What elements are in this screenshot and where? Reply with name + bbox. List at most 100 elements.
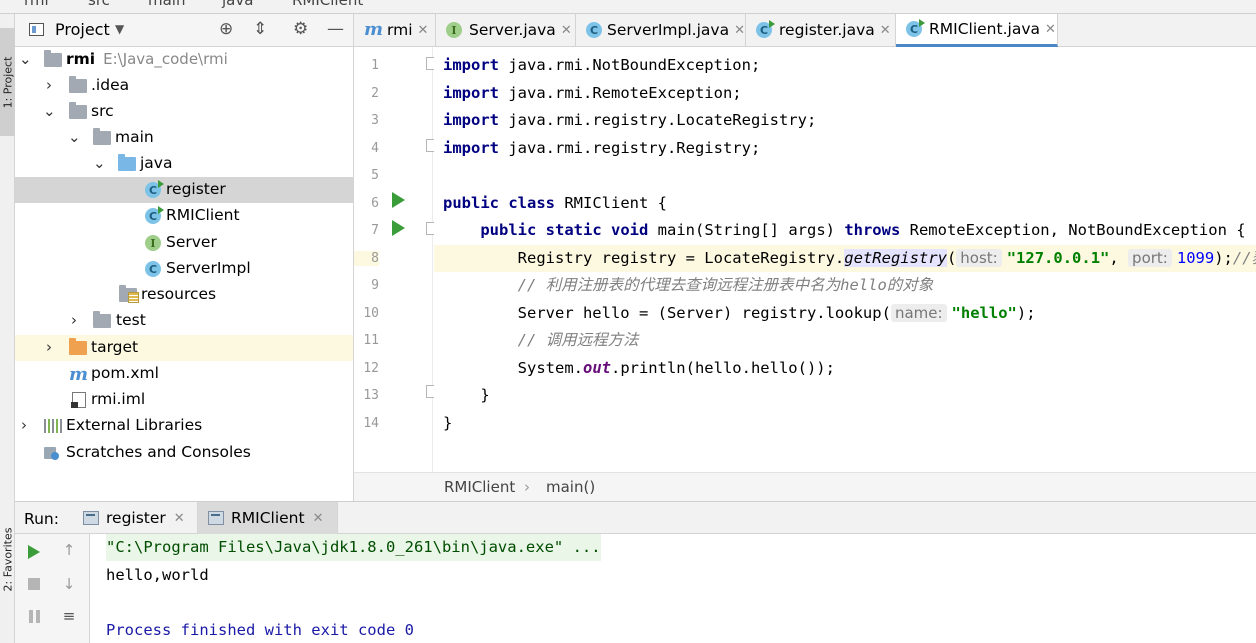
project-panel-title[interactable]: Project	[55, 20, 110, 39]
run-gutter-icon[interactable]	[392, 192, 405, 208]
tree-item-resources[interactable]: resources	[15, 282, 353, 308]
tree-item-label: java	[140, 154, 173, 172]
code-line: public class RMIClient {	[443, 194, 667, 212]
param-hint: host:	[956, 249, 1002, 267]
chevron-down-icon[interactable]: ⌄	[68, 128, 81, 146]
tree-item-label: Server	[166, 233, 217, 251]
favorites-tool-tab[interactable]: 2: Favorites	[0, 514, 15, 604]
tree-item-pom[interactable]: m pom.xml	[15, 361, 353, 387]
chevron-right-icon[interactable]: ›	[43, 338, 55, 356]
code-line: }	[480, 386, 490, 404]
tree-item-label: rmi	[66, 50, 96, 68]
tree-item-server[interactable]: I Server	[15, 230, 353, 256]
line-number: 10	[363, 306, 379, 321]
tree-item-external-libraries[interactable]: › External Libraries	[15, 413, 353, 439]
gear-icon[interactable]: ⚙	[293, 19, 308, 39]
line-number: 8	[354, 251, 379, 266]
chevron-down-icon[interactable]: ▼	[115, 22, 124, 36]
run-toolbar: ↑ ↓ ≡	[15, 534, 90, 643]
rerun-button[interactable]	[24, 542, 44, 562]
tab-rmiclient-java[interactable]: C RMIClient.java ✕	[896, 14, 1058, 47]
navigation-bar: rmi src main java RMIClient	[0, 0, 1256, 14]
tab-rmi[interactable]: m rmi ✕	[354, 14, 436, 46]
tree-item-main[interactable]: ⌄ main	[15, 125, 353, 151]
soft-wrap-button[interactable]: ≡	[59, 606, 79, 626]
project-tool-tab[interactable]: 1: Project	[0, 28, 15, 136]
line-number: 2	[371, 86, 379, 101]
interface-icon: I	[145, 235, 163, 251]
code-line: System.out.println(hello.hello());	[517, 359, 835, 377]
close-icon[interactable]: ✕	[418, 23, 429, 38]
tree-item-register[interactable]: C register	[15, 177, 353, 203]
tree-item-java[interactable]: ⌄ java	[15, 151, 353, 177]
tree-item-test[interactable]: › test	[15, 308, 353, 334]
code-line: // 调用远程方法	[517, 331, 639, 349]
tree-item-src[interactable]: ⌄ src	[15, 99, 353, 125]
breadcrumb-method[interactable]: main()	[546, 478, 595, 496]
param-hint: name:	[890, 304, 947, 322]
scroll-down-button[interactable]: ↓	[59, 574, 79, 594]
tree-item-label: .idea	[91, 76, 130, 94]
stop-button[interactable]	[24, 574, 44, 594]
scroll-up-button[interactable]: ↑	[59, 540, 79, 560]
editor-breadcrumb: RMIClient › main()	[354, 472, 1256, 501]
pause-button[interactable]	[24, 606, 44, 626]
tree-item-scratches[interactable]: Scratches and Consoles	[15, 440, 353, 466]
run-tab-register[interactable]: register ✕	[73, 502, 198, 534]
run-console[interactable]: "C:\Program Files\Java\jdk1.8.0_261\bin\…	[91, 534, 1256, 643]
run-tab-rmiclient[interactable]: RMIClient ✕	[198, 502, 338, 534]
tree-item-label: rmi.iml	[91, 390, 146, 408]
tree-item-rmi[interactable]: ⌄ rmi E:\Java_code\rmi	[15, 47, 353, 73]
tab-register-java[interactable]: C register.java ✕	[746, 14, 896, 46]
maven-icon: m	[69, 364, 89, 385]
line-number: 4	[371, 141, 379, 156]
folder-icon	[44, 50, 62, 68]
nav-crumb-rmi[interactable]: rmi	[24, 0, 49, 9]
close-icon[interactable]: ✕	[313, 511, 324, 526]
close-icon[interactable]: ✕	[174, 511, 185, 526]
tree-item-iml[interactable]: rmi.iml	[15, 387, 353, 413]
breadcrumb-class[interactable]: RMIClient	[444, 478, 515, 496]
chevron-down-icon[interactable]: ⌄	[43, 102, 56, 120]
editor-gutter: 1 2 3 4 5 6 7 8 9 10 11 12 13 14	[354, 47, 439, 472]
close-icon[interactable]: ✕	[561, 23, 572, 38]
arrow-up-icon: ↑	[62, 541, 76, 559]
run-tool-window-header: Run: register ✕ RMIClient ✕	[15, 501, 1256, 534]
tree-item-idea[interactable]: › .idea	[15, 73, 353, 99]
nav-crumb-main[interactable]: main	[148, 0, 185, 9]
chevron-down-icon[interactable]: ⌄	[19, 50, 32, 68]
line-number: 13	[363, 388, 379, 403]
code-line: import java.rmi.registry.LocateRegistry;	[443, 111, 817, 129]
nav-crumb-rmiclient[interactable]: RMIClient	[292, 0, 363, 9]
run-gutter-icon[interactable]	[392, 220, 405, 236]
code-editor[interactable]: import java.rmi.NotBoundException; impor…	[434, 47, 1256, 472]
tree-item-rmiclient[interactable]: C RMIClient	[15, 203, 353, 229]
code-line: import java.rmi.NotBoundException;	[443, 56, 761, 74]
tree-item-label: pom.xml	[91, 364, 159, 382]
scratch-icon	[44, 445, 62, 461]
tree-item-target[interactable]: › target	[15, 335, 353, 361]
project-tool-window: Project ▼ ⊕ ⇕ ⚙ — ⌄ rmi E:\Java_code\rmi …	[15, 14, 354, 501]
line-number: 5	[371, 168, 379, 183]
tab-serverimpl-java[interactable]: C ServerImpl.java ✕	[576, 14, 746, 46]
collapse-all-icon[interactable]: ⇕	[253, 19, 267, 39]
tab-server-java[interactable]: I Server.java ✕	[436, 14, 576, 46]
folder-icon	[69, 102, 87, 120]
chevron-right-icon[interactable]: ›	[43, 76, 55, 94]
close-icon[interactable]: ✕	[734, 23, 745, 38]
code-line: // 利用注册表的代理去查询远程注册表中名为hello的对象	[517, 276, 934, 294]
locate-file-icon[interactable]: ⊕	[219, 19, 233, 39]
chevron-right-icon[interactable]: ›	[18, 416, 30, 434]
tab-label: rmi	[387, 21, 413, 39]
tree-item-label: External Libraries	[66, 416, 203, 434]
code-line: import java.rmi.registry.Registry;	[443, 139, 761, 157]
run-tab-label: register	[106, 509, 166, 527]
chevron-right-icon[interactable]: ›	[68, 311, 80, 329]
nav-crumb-src[interactable]: src	[88, 0, 110, 9]
close-icon[interactable]: ✕	[880, 23, 891, 38]
minimize-icon[interactable]: —	[327, 19, 344, 39]
chevron-down-icon[interactable]: ⌄	[93, 154, 106, 172]
tree-item-serverimpl[interactable]: C ServerImpl	[15, 256, 353, 282]
nav-crumb-java[interactable]: java	[222, 0, 253, 9]
close-icon[interactable]: ✕	[1045, 22, 1056, 37]
